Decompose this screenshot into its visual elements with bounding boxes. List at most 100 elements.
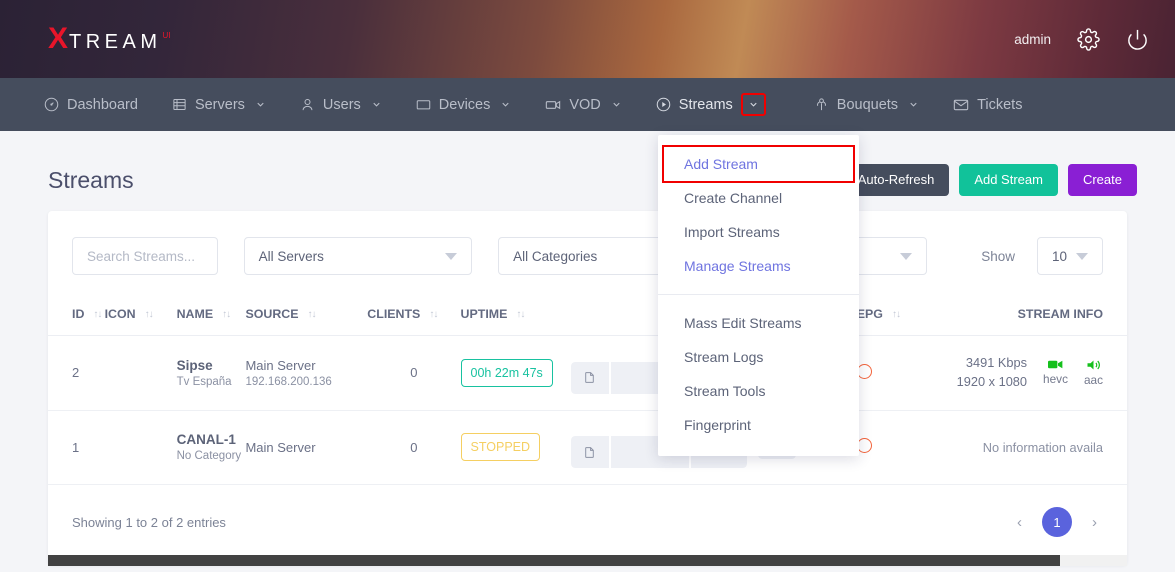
play-circle-icon: [656, 97, 671, 112]
stream-bitrate: 3491 Kbps: [965, 355, 1028, 371]
nav-item-servers[interactable]: Servers: [172, 97, 266, 113]
sort-icon[interactable]: ↑↓: [429, 309, 438, 320]
dropdown-item-fingerprint[interactable]: Fingerprint: [658, 408, 859, 442]
sort-icon[interactable]: ↑↓: [516, 309, 525, 320]
app-page: X TREAM UI admin Dashboard Servers Users…: [0, 0, 1175, 572]
sort-icon[interactable]: ↑↓: [222, 309, 231, 320]
dropdown-item-manage-streams[interactable]: Manage Streams: [658, 249, 859, 283]
servers-select[interactable]: All Servers: [243, 237, 473, 275]
dropdown-item-mass-edit-streams[interactable]: Mass Edit Streams: [658, 306, 859, 340]
add-stream-button[interactable]: Add Stream: [959, 163, 1058, 197]
stream-name: Sipse: [176, 357, 213, 373]
showing-entries-text: Showing 1 to 2 of 2 entries: [72, 514, 226, 530]
cell-clients: 0: [367, 335, 461, 411]
col-uptime[interactable]: UPTIME ↑↓: [460, 297, 571, 336]
cell-source: Main Server: [245, 410, 368, 485]
table-row[interactable]: 1 CANAL-1 No Category Main Server 0 STOP…: [48, 410, 1127, 485]
video-camera-icon: [1043, 359, 1068, 370]
brand-logo-area[interactable]: X TREAM UI: [0, 24, 171, 54]
create-button[interactable]: Create: [1067, 163, 1137, 197]
stream-info-action-icon[interactable]: [570, 361, 609, 394]
col-id[interactable]: ID ↑↓: [48, 297, 105, 336]
server-icon: [172, 97, 187, 112]
nav-item-devices[interactable]: Devices: [416, 97, 512, 113]
nav-label: Users: [322, 96, 361, 113]
nav-label: VOD: [569, 96, 601, 113]
search-input[interactable]: Search Streams...: [72, 237, 218, 275]
servers-select-value: All Servers: [258, 248, 324, 264]
sort-icon[interactable]: ↑↓: [892, 309, 901, 320]
cell-id: 2: [48, 335, 105, 411]
chevron-down-icon[interactable]: [255, 99, 266, 110]
col-label: NAME: [176, 307, 214, 321]
col-label: CLIENTS: [367, 307, 421, 321]
logo-wordmark: TREAM: [69, 31, 162, 53]
sort-icon[interactable]: ↑↓: [93, 309, 102, 320]
logo-superscript: UI: [162, 31, 171, 40]
nav-item-users[interactable]: Users: [300, 97, 382, 113]
sort-icon[interactable]: ↑↓: [145, 309, 154, 320]
stream-info-action-icon[interactable]: [570, 436, 609, 468]
stream-name: CANAL-1: [176, 432, 236, 448]
cell-stream-info: 3491 Kbps 1920 x 1080 hevc aac: [936, 335, 1127, 411]
stream-resolution: 1920 x 1080: [956, 373, 1028, 389]
stream-category: No Category: [176, 450, 242, 463]
dropdown-item-stream-logs[interactable]: Stream Logs: [658, 340, 859, 374]
admin-username[interactable]: admin: [1014, 32, 1051, 47]
col-label: UPTIME: [460, 307, 508, 321]
top-brand-bar: X TREAM UI admin: [0, 0, 1175, 78]
col-clients[interactable]: CLIENTS ↑↓: [367, 297, 461, 336]
categories-select-value: All Categories: [513, 248, 598, 264]
main-content: Streams Auto-Refresh Add Stream Create S…: [0, 131, 1175, 572]
pagination-page-1[interactable]: 1: [1042, 507, 1072, 537]
col-name[interactable]: NAME ↑↓: [176, 297, 246, 336]
cell-uptime: 00h 22m 47s: [460, 335, 571, 411]
streams-card: Search Streams... All Servers All Catego…: [48, 211, 1127, 565]
chevron-down-icon[interactable]: [371, 99, 382, 110]
filter-bar: Search Streams... All Servers All Catego…: [48, 211, 1127, 275]
envelope-icon: [953, 97, 969, 113]
col-label: ID: [72, 307, 85, 321]
nav-item-vod[interactable]: VOD: [545, 97, 621, 113]
dropdown-item-import-streams[interactable]: Import Streams: [658, 215, 859, 249]
col-icon[interactable]: ICON ↑↓: [104, 297, 177, 336]
streams-chevron-down-icon[interactable]: [740, 93, 766, 116]
xtream-logo[interactable]: X TREAM UI: [48, 24, 171, 54]
page-header: Streams Auto-Refresh Add Stream Create: [0, 131, 1175, 201]
table-header-row: ID ↑↓ ICON ↑↓ NAME ↑↓ SOURCE ↑↓ CLIENTS ↑↓ UP…: [48, 297, 1127, 336]
dropdown-item-create-channel[interactable]: Create Channel: [658, 181, 859, 215]
pagination-next-button[interactable]: ›: [1086, 514, 1103, 531]
col-epg[interactable]: EPG ↑↓: [856, 297, 937, 336]
table-row[interactable]: 2 Sipse Tv España Main Server 192.168.20…: [48, 335, 1127, 411]
dropdown-item-add-stream[interactable]: Add Stream: [662, 145, 855, 183]
col-source[interactable]: SOURCE ↑↓: [245, 297, 368, 336]
stream-category: Tv España: [176, 375, 232, 388]
source-ip: 192.168.200.136: [245, 375, 332, 388]
nav-item-tickets[interactable]: Tickets: [953, 97, 1022, 113]
nav-item-dashboard[interactable]: Dashboard: [44, 97, 138, 113]
brand-right-actions: admin: [1014, 27, 1175, 51]
gear-icon[interactable]: [1077, 27, 1100, 51]
power-icon[interactable]: [1126, 28, 1149, 51]
sort-icon[interactable]: ↑↓: [307, 309, 316, 320]
table-header: ID ↑↓ ICON ↑↓ NAME ↑↓ SOURCE ↑↓ CLIENTS ↑↓ UP…: [48, 297, 1127, 336]
source-server: Main Server: [245, 439, 316, 455]
nav-item-bouquets[interactable]: Bouquets: [814, 97, 919, 113]
user-icon: [300, 97, 315, 112]
video-icon: [545, 97, 561, 113]
chevron-down-icon: [445, 252, 458, 260]
nav-label: Tickets: [977, 96, 1023, 113]
show-count-select[interactable]: 10: [1037, 237, 1103, 275]
no-information-text: No information availa: [982, 439, 1103, 455]
horizontal-scrollbar-thumb[interactable]: [48, 555, 1060, 566]
epg-circle-indicator: [856, 438, 872, 454]
uptime-badge: STOPPED: [460, 433, 541, 462]
chevron-down-icon[interactable]: [500, 99, 511, 110]
dropdown-item-stream-tools[interactable]: Stream Tools: [658, 374, 859, 408]
pagination-prev-button[interactable]: ‹: [1011, 514, 1028, 531]
cell-name: Sipse Tv España: [176, 335, 246, 411]
chevron-down-icon[interactable]: [611, 99, 622, 110]
chevron-down-icon[interactable]: [908, 99, 919, 110]
cell-stream-info: No information availa: [936, 410, 1127, 485]
nav-item-streams[interactable]: Streams: [656, 93, 766, 116]
